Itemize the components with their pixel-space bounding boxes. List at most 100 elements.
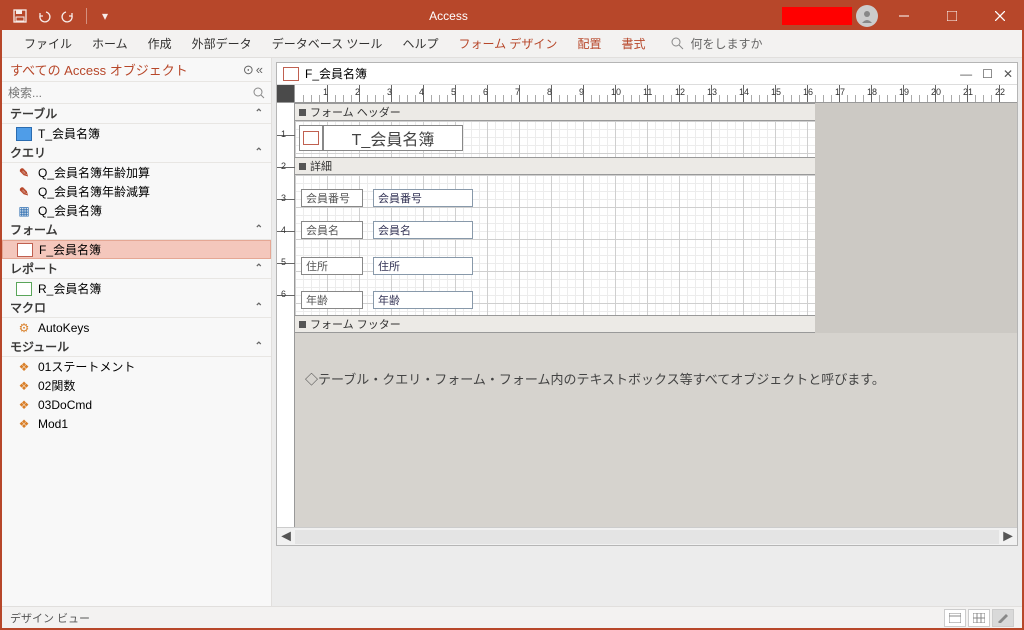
section-detail[interactable]: 会員番号 会員番号 会員名 会員名 住所 住所 年齢 年齢 xyxy=(295,175,815,315)
section-header[interactable]: T_会員名簿 xyxy=(295,121,815,157)
chevron-up-icon: ⌃ xyxy=(255,302,263,313)
textbox-control[interactable]: 住所 xyxy=(373,257,473,275)
module-item[interactable]: ❖03DoCmd xyxy=(2,395,271,414)
query-item[interactable]: ✎Q_会員名簿年齢減算 xyxy=(2,182,271,201)
redo-icon[interactable] xyxy=(58,6,78,26)
scroll-right-icon[interactable]: ► xyxy=(999,529,1017,545)
tab-arrange[interactable]: 配置 xyxy=(567,30,611,58)
datasheet-view-button[interactable] xyxy=(968,609,990,627)
user-avatar[interactable] xyxy=(856,5,878,27)
search-placeholder: 何をしますか xyxy=(690,35,762,52)
form-title-control[interactable]: T_会員名簿 xyxy=(323,125,463,151)
report-item[interactable]: R_会員名簿 xyxy=(2,279,271,298)
form-item[interactable]: F_会員名簿 xyxy=(2,240,271,259)
group-forms[interactable]: フォーム⌃ xyxy=(2,220,271,240)
label-control[interactable]: 会員番号 xyxy=(301,189,363,207)
nav-dropdown-icon[interactable]: ⊙ xyxy=(243,62,254,78)
tab-home[interactable]: ホーム xyxy=(82,30,138,58)
group-modules[interactable]: モジュール⌃ xyxy=(2,337,271,357)
search-icon xyxy=(253,87,265,99)
group-tables[interactable]: テーブル⌃ xyxy=(2,104,271,124)
form-logo-control[interactable] xyxy=(299,125,323,151)
doc-titlebar: F_会員名簿 — ☐ ✕ xyxy=(277,63,1017,85)
label-control[interactable]: 会員名 xyxy=(301,221,363,239)
macro-item[interactable]: ⚙AutoKeys xyxy=(2,318,271,337)
nav-title: すべての Access オブジェクト xyxy=(10,60,188,79)
module-item[interactable]: ❖Mod1 xyxy=(2,414,271,433)
nav-header[interactable]: すべての Access オブジェクト ⊙« xyxy=(2,58,271,82)
module-icon: ❖ xyxy=(16,360,32,374)
close-button[interactable] xyxy=(978,2,1022,30)
ruler-corner[interactable] xyxy=(277,85,295,103)
annotation-text: ◇テーブル・クエリ・フォーム・フォーム内のテキストボックス等すべてオブジェクトと… xyxy=(305,369,885,388)
doc-minimize-button[interactable]: — xyxy=(960,67,972,81)
tell-me-search[interactable]: 何をしますか xyxy=(671,35,762,52)
module-icon: ❖ xyxy=(16,417,32,431)
tab-external[interactable]: 外部データ xyxy=(182,30,262,58)
horizontal-ruler[interactable]: 12345678910111213141516171819202122 xyxy=(295,85,1017,103)
title-bar: ▾ Access xyxy=(2,2,1022,30)
tab-file[interactable]: ファイル xyxy=(14,30,82,58)
form-design-window: F_会員名簿 — ☐ ✕ 123456789101112131415161718… xyxy=(276,62,1018,546)
module-icon: ❖ xyxy=(16,398,32,412)
chevron-up-icon: ⌃ xyxy=(255,108,263,119)
status-mode: デザイン ビュー xyxy=(10,610,90,626)
nav-collapse-icon[interactable]: « xyxy=(256,62,263,78)
search-icon xyxy=(671,37,684,50)
query-item[interactable]: ✎Q_会員名簿年齢加算 xyxy=(2,163,271,182)
table-icon xyxy=(16,127,32,141)
horizontal-scrollbar[interactable]: ◄ ► xyxy=(277,527,1017,545)
doc-title: F_会員名簿 xyxy=(305,65,367,82)
module-icon: ❖ xyxy=(16,379,32,393)
module-item[interactable]: ❖02関数 xyxy=(2,376,271,395)
chevron-up-icon: ⌃ xyxy=(255,147,263,158)
label-control[interactable]: 年齢 xyxy=(301,291,363,309)
app-window: ▾ Access ファイル ホーム 作成 外部データ データベース ツール ヘル… xyxy=(0,0,1024,630)
module-item[interactable]: ❖01ステートメント xyxy=(2,357,271,376)
nav-search[interactable] xyxy=(2,82,271,104)
form-view-button[interactable] xyxy=(944,609,966,627)
tab-format[interactable]: 書式 xyxy=(611,30,655,58)
nav-search-input[interactable] xyxy=(8,86,253,100)
doc-maximize-button[interactable]: ☐ xyxy=(982,67,993,81)
section-footer[interactable]: ◇テーブル・クエリ・フォーム・フォーム内のテキストボックス等すべてオブジェクトと… xyxy=(295,333,1017,527)
undo-icon[interactable] xyxy=(34,6,54,26)
design-surface: 123456 フォーム ヘッダー T_会員名簿 詳細 会員番号 xyxy=(277,103,1017,527)
group-queries[interactable]: クエリ⌃ xyxy=(2,143,271,163)
ribbon-tabs: ファイル ホーム 作成 外部データ データベース ツール ヘルプ フォーム デザ… xyxy=(2,30,1022,58)
label-control[interactable]: 住所 xyxy=(301,257,363,275)
chevron-up-icon: ⌃ xyxy=(255,224,263,235)
query-item[interactable]: ▦Q_会員名簿 xyxy=(2,201,271,220)
action-query-icon: ✎ xyxy=(16,185,32,199)
vertical-ruler[interactable]: 123456 xyxy=(277,103,295,527)
scroll-left-icon[interactable]: ◄ xyxy=(277,529,295,545)
macro-icon: ⚙ xyxy=(16,321,32,335)
textbox-control[interactable]: 年齢 xyxy=(373,291,473,309)
chevron-up-icon: ⌃ xyxy=(255,263,263,274)
chevron-up-icon: ⌃ xyxy=(255,341,263,352)
doc-close-button[interactable]: ✕ xyxy=(1003,67,1013,81)
work-area: F_会員名簿 — ☐ ✕ 123456789101112131415161718… xyxy=(272,58,1022,606)
design-body: フォーム ヘッダー T_会員名簿 詳細 会員番号 会員番号 会員名 会員名 xyxy=(295,103,1017,527)
textbox-control[interactable]: 会員名 xyxy=(373,221,473,239)
tab-create[interactable]: 作成 xyxy=(138,30,182,58)
textbox-control[interactable]: 会員番号 xyxy=(373,189,473,207)
minimize-button[interactable] xyxy=(882,2,926,30)
save-icon[interactable] xyxy=(10,6,30,26)
status-bar: デザイン ビュー xyxy=(2,606,1022,628)
form-icon xyxy=(283,67,299,81)
qat-customize-icon[interactable]: ▾ xyxy=(95,6,115,26)
select-query-icon: ▦ xyxy=(16,204,32,218)
tab-help[interactable]: ヘルプ xyxy=(392,30,448,58)
app-title: Access xyxy=(115,9,782,23)
table-item[interactable]: T_会員名簿 xyxy=(2,124,271,143)
group-macros[interactable]: マクロ⌃ xyxy=(2,298,271,318)
tab-dbtools[interactable]: データベース ツール xyxy=(262,30,393,58)
form-icon xyxy=(17,243,33,257)
group-reports[interactable]: レポート⌃ xyxy=(2,259,271,279)
tab-form-design[interactable]: フォーム デザイン xyxy=(448,30,567,58)
maximize-button[interactable] xyxy=(930,2,974,30)
quick-access-toolbar: ▾ xyxy=(2,6,115,26)
action-query-icon: ✎ xyxy=(16,166,32,180)
design-view-button[interactable] xyxy=(992,609,1014,627)
